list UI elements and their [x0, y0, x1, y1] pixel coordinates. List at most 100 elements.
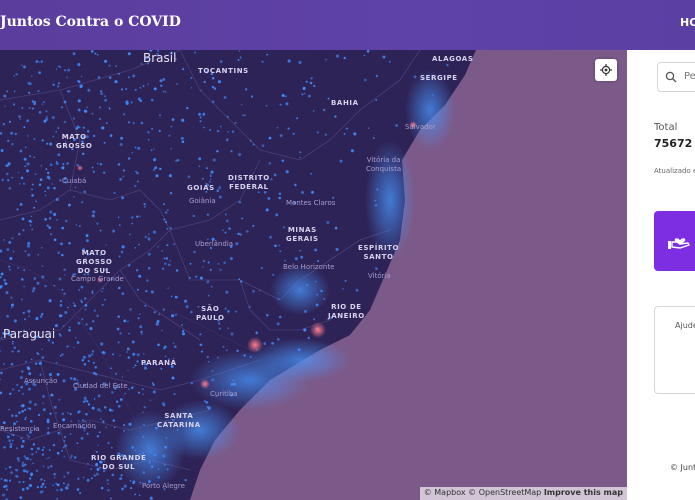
- brand-title[interactable]: Juntos Contra o COVID: [0, 14, 181, 30]
- case-dot: [91, 112, 94, 115]
- case-dot: [203, 399, 207, 403]
- hotspot-curitiba: [200, 379, 210, 389]
- case-dot: [200, 89, 202, 91]
- case-dot: [28, 91, 31, 94]
- case-dot: [145, 289, 148, 293]
- case-dot: [19, 203, 23, 206]
- case-dot: [29, 224, 32, 227]
- case-dot: [44, 486, 47, 489]
- case-dot: [144, 235, 147, 239]
- case-dot: [96, 53, 99, 56]
- case-dot: [203, 126, 205, 129]
- case-dot: [20, 444, 24, 448]
- case-dot: [47, 171, 50, 175]
- geolocate-button[interactable]: [595, 59, 617, 81]
- case-dot: [210, 175, 212, 177]
- case-dot: [121, 292, 125, 296]
- case-dot: [132, 122, 135, 125]
- case-dot: [33, 137, 36, 140]
- mapbox-attribution-link[interactable]: © Mapbox: [424, 488, 466, 497]
- case-dot: [297, 348, 301, 352]
- case-dot: [62, 482, 65, 485]
- case-dot: [161, 250, 164, 252]
- case-dot: [132, 366, 135, 369]
- case-dot: [33, 206, 36, 209]
- help-card[interactable]: Ajude: [654, 306, 695, 394]
- case-dot: [42, 402, 44, 405]
- case-dot: [59, 488, 64, 492]
- label-uberlandia: Uberlândia: [195, 240, 234, 248]
- case-dot: [316, 293, 319, 296]
- case-dot: [113, 192, 116, 195]
- case-dot: [23, 157, 27, 161]
- case-dot: [8, 241, 12, 244]
- case-dot: [56, 219, 58, 221]
- case-dot: [103, 95, 107, 98]
- case-dot: [0, 391, 3, 395]
- case-dot: [153, 310, 156, 314]
- case-dot: [29, 419, 33, 423]
- case-dot: [53, 212, 57, 216]
- case-dot: [61, 412, 65, 416]
- case-dot: [18, 232, 21, 236]
- case-dot: [27, 253, 31, 257]
- case-dot: [102, 287, 104, 290]
- case-dot: [85, 239, 89, 243]
- case-dot: [376, 188, 379, 191]
- case-dot: [100, 342, 104, 346]
- case-dot: [140, 333, 143, 335]
- case-dot: [164, 464, 166, 466]
- case-dot: [190, 310, 193, 314]
- case-dot: [136, 360, 139, 363]
- case-dot: [137, 146, 141, 150]
- case-dot: [57, 85, 60, 88]
- case-dot: [13, 90, 16, 93]
- case-dot: [141, 388, 144, 391]
- map-view[interactable]: Brasil TOCANTINS ALAGOAS SERGIPE BAHIA S…: [0, 50, 627, 500]
- case-dot: [55, 411, 57, 414]
- label-encarnacion: Encarnación: [53, 422, 96, 430]
- case-dot: [91, 350, 95, 353]
- case-dot: [102, 351, 106, 355]
- case-dot: [147, 233, 150, 235]
- case-dot: [140, 330, 143, 333]
- search-input[interactable]: Pe: [657, 62, 695, 92]
- case-dot: [79, 225, 81, 227]
- case-dot: [375, 74, 379, 78]
- case-dot: [134, 184, 137, 188]
- osm-attribution-link[interactable]: © OpenStreetMap: [468, 488, 541, 497]
- case-dot: [363, 54, 366, 57]
- help-button[interactable]: [654, 211, 695, 271]
- case-dot: [111, 473, 115, 477]
- case-dot: [185, 305, 189, 309]
- case-dot: [32, 462, 34, 465]
- case-dot: [164, 90, 167, 93]
- case-dot: [22, 229, 25, 232]
- case-dot: [162, 90, 165, 93]
- nav-home-link[interactable]: HOME: [680, 16, 695, 29]
- case-dot: [32, 287, 36, 291]
- help-card-text: Ajude: [675, 321, 695, 330]
- case-dot: [279, 103, 282, 106]
- top-bar: Juntos Contra o COVID HOME: [0, 0, 695, 50]
- case-dot: [303, 92, 306, 95]
- improve-map-link[interactable]: Improve this map: [544, 488, 623, 497]
- case-dot: [23, 285, 26, 288]
- case-dot: [287, 59, 291, 63]
- case-dot: [209, 174, 212, 176]
- case-dot: [303, 309, 308, 313]
- case-dot: [121, 196, 125, 200]
- case-dot: [10, 303, 15, 307]
- case-dot: [211, 378, 215, 382]
- case-dot: [209, 180, 211, 183]
- case-dot: [216, 189, 220, 193]
- case-dot: [63, 292, 66, 295]
- case-dot: [162, 77, 166, 81]
- case-dot: [67, 306, 69, 309]
- case-dot: [19, 376, 23, 380]
- case-dot: [277, 297, 280, 300]
- case-dot: [125, 87, 128, 91]
- case-dot: [102, 171, 106, 174]
- case-dot: [199, 116, 202, 119]
- case-dot: [38, 183, 42, 186]
